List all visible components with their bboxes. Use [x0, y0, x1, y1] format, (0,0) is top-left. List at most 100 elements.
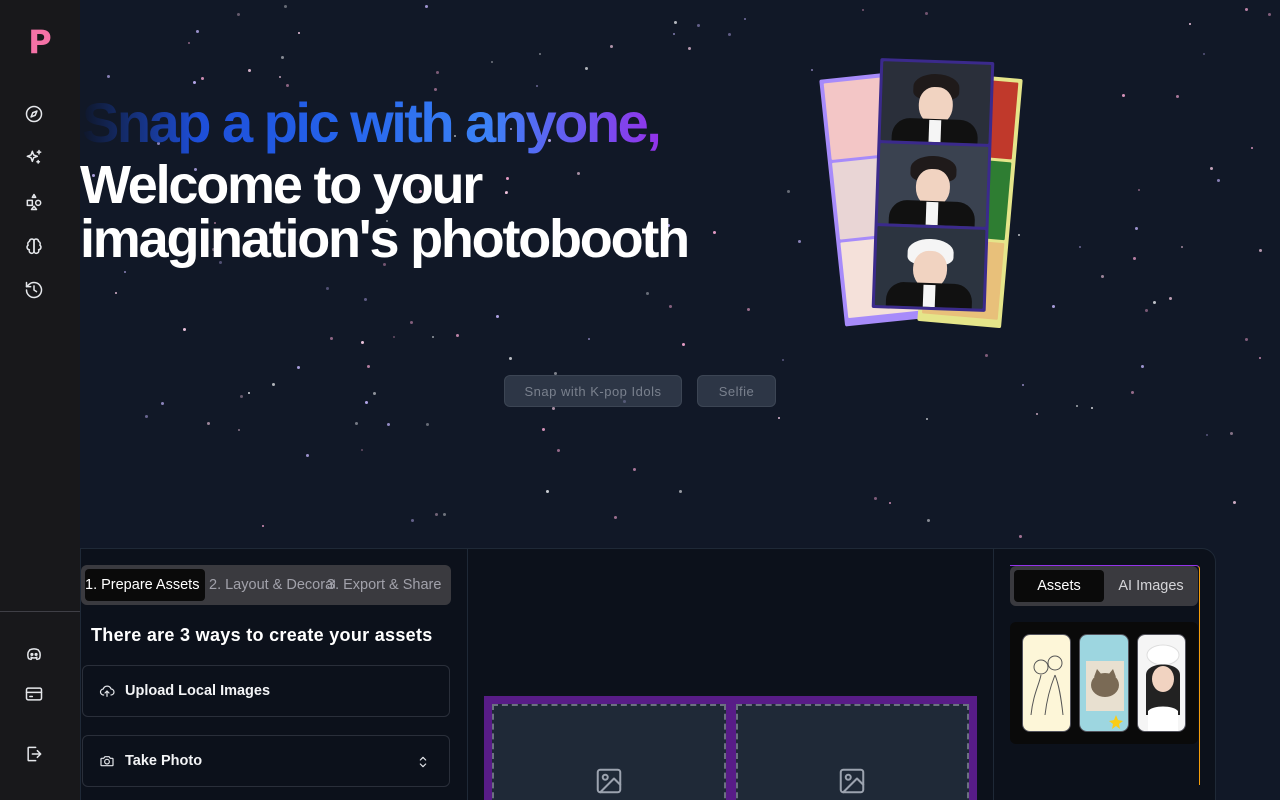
cat-sticker-thumbnail[interactable] [1079, 634, 1129, 732]
chevrons-up-down-icon [419, 756, 427, 768]
star-dot [1180, 245, 1183, 248]
mode-kpop-button[interactable]: Snap with K-pop Idols [504, 375, 682, 407]
tab-layout-decorate[interactable]: 2. Layout & Decorate [209, 569, 335, 601]
photo-strip-front [871, 58, 995, 312]
star-dot [609, 45, 613, 49]
star-dot [798, 240, 802, 244]
ways-title: There are 3 ways to create your assets [91, 625, 433, 645]
star-dot [746, 308, 750, 312]
photobooth-canvas [484, 696, 977, 800]
sidebar-item-brain[interactable] [24, 236, 44, 256]
star-dot [434, 513, 438, 517]
star-dot [236, 13, 240, 17]
brain-icon [26, 238, 42, 255]
star-dot [1079, 246, 1082, 249]
sidebar-item-discord[interactable] [24, 644, 44, 664]
star-dot [614, 516, 618, 520]
star-dot [1229, 432, 1233, 436]
hero-title-line2: imagination's photobooth [80, 209, 690, 269]
take-photo-button[interactable]: Take Photo [82, 735, 450, 787]
star-dot [355, 422, 359, 426]
compass-icon [25, 105, 43, 123]
star-dot [633, 468, 637, 472]
sidebar-item-logout[interactable] [24, 744, 44, 764]
star-dot [1245, 7, 1249, 11]
star-dot [1153, 301, 1157, 305]
star-dot [409, 321, 413, 325]
star-dot [1138, 189, 1141, 192]
star-dot [681, 343, 685, 347]
star-dot [1091, 406, 1094, 409]
image-icon [596, 768, 621, 794]
star-dot [296, 365, 300, 369]
star-dot [280, 55, 284, 59]
shapes-icon [26, 193, 42, 211]
star-dot [1217, 178, 1221, 182]
star-dot [588, 337, 591, 340]
hero-title-line1: Welcome to your [80, 155, 483, 215]
star-dot [196, 30, 200, 34]
star-dot [491, 61, 494, 64]
sketch-couple-thumbnail[interactable] [1022, 634, 1072, 732]
star-dot [786, 189, 790, 193]
star-dot [1232, 500, 1236, 504]
star-dot [107, 74, 111, 78]
sidebar-divider [0, 611, 80, 612]
workspace-panel: 1. Prepare Assets 2. Layout & Decorate 3… [80, 548, 1216, 800]
star-dot [392, 336, 395, 339]
star-dot [1210, 167, 1214, 171]
star-dot [542, 428, 546, 432]
star-dot [1141, 364, 1145, 368]
sidebar-item-shapes[interactable] [24, 192, 44, 212]
star-dot [435, 71, 439, 75]
star-dot [1250, 146, 1253, 149]
app-logo[interactable]: P [28, 26, 51, 58]
star-dot [1022, 383, 1025, 386]
star-dot [673, 20, 677, 24]
star-dot [668, 305, 672, 309]
image-slot[interactable] [735, 704, 969, 800]
star-dot [777, 417, 780, 420]
star-dot [330, 336, 334, 340]
sidebar-item-history[interactable] [24, 280, 44, 300]
sidebar-nav [24, 104, 44, 300]
history-icon [25, 281, 43, 299]
upload-local-images-label: Upload Local Images [125, 683, 271, 699]
sidebar-item-billing[interactable] [24, 684, 44, 704]
upload-local-images-button[interactable]: Upload Local Images [82, 665, 450, 717]
star-dot [744, 17, 747, 20]
star-dot [678, 489, 682, 493]
star-dot [248, 392, 251, 395]
star-dot [326, 287, 330, 291]
chef-girl-thumbnail[interactable] [1136, 634, 1186, 732]
image-slot[interactable] [492, 704, 726, 800]
tab-prepare-assets[interactable]: 1. Prepare Assets [85, 569, 205, 601]
star-dot [862, 9, 865, 12]
mode-selfie-button[interactable]: Selfie [697, 375, 776, 407]
star-dot [926, 519, 930, 523]
discord-icon [27, 648, 41, 661]
tab-export-share[interactable]: 3. Export & Share [327, 569, 449, 601]
tab-assets[interactable]: Assets [1014, 570, 1104, 602]
star-dot [182, 327, 186, 331]
sidebar-item-explore[interactable] [24, 104, 44, 124]
star-dot [538, 53, 541, 56]
star-dot [1135, 227, 1139, 231]
tab-ai-images[interactable]: AI Images [1106, 570, 1196, 602]
star-dot [810, 68, 813, 71]
star-dot [442, 512, 446, 516]
star-dot [1145, 309, 1149, 313]
star-dot [237, 429, 240, 432]
star-dot [161, 401, 165, 405]
star-dot [279, 76, 282, 79]
star-dot [1019, 535, 1023, 539]
photo-frame [874, 225, 986, 309]
sidebar-item-generate[interactable] [24, 148, 44, 168]
star-dot [924, 12, 928, 16]
star-dot [556, 449, 560, 453]
star-dot [114, 292, 117, 295]
sidebar-bottom-nav [24, 644, 44, 764]
star-dot [424, 5, 428, 8]
star-dot [455, 334, 459, 338]
star-dot [1189, 23, 1192, 26]
